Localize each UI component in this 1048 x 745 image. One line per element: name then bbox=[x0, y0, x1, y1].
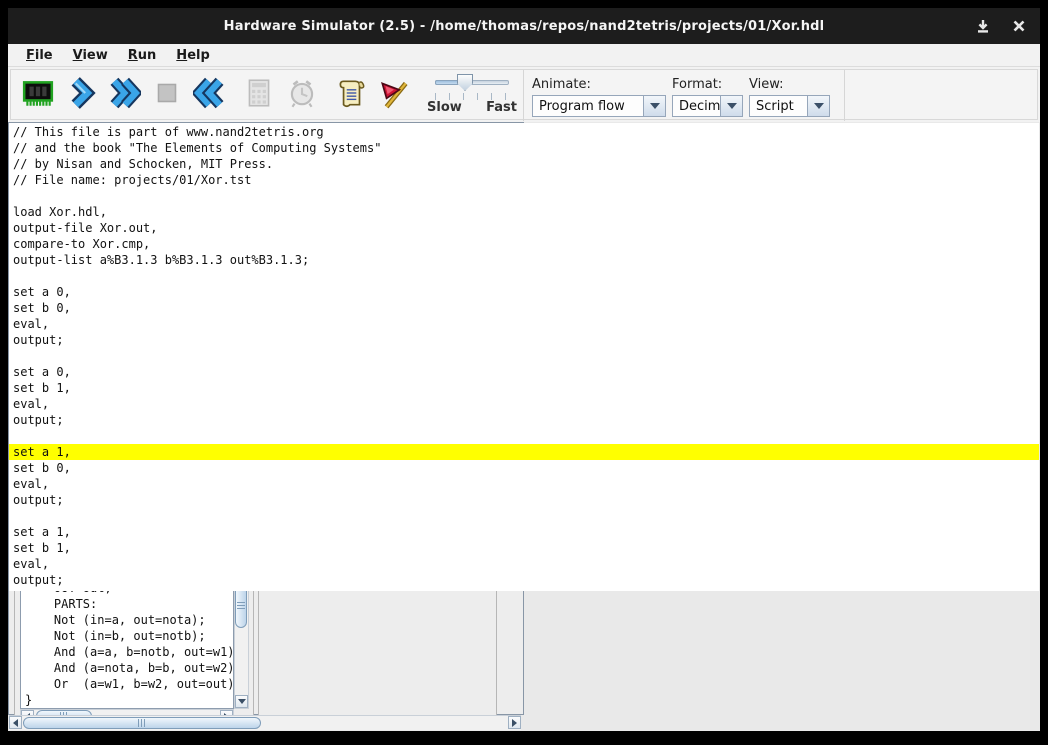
chip-icon bbox=[21, 76, 55, 114]
close-button[interactable] bbox=[1008, 15, 1030, 37]
format-select[interactable]: Decimal bbox=[672, 95, 743, 117]
content-area: Chip Name : Xor Time : 0 Input pins Name… bbox=[8, 122, 1040, 731]
script-line[interactable] bbox=[9, 188, 1039, 204]
close-icon bbox=[1013, 20, 1025, 32]
script-line[interactable]: eval, bbox=[9, 316, 1039, 332]
menu-run[interactable]: Run bbox=[118, 46, 167, 65]
hdl-code-line: And (a=a, b=notb, out=w1); bbox=[25, 644, 233, 660]
script-line[interactable]: output-list a%B3.1.3 b%B3.1.3 out%B3.1.3… bbox=[9, 252, 1039, 268]
script-horizontal-scrollbar[interactable] bbox=[9, 715, 521, 730]
window-controls bbox=[972, 8, 1030, 44]
minimize-button[interactable] bbox=[972, 15, 994, 37]
hardware-simulator-window: Hardware Simulator (2.5) - /home/thomas/… bbox=[0, 0, 1048, 745]
script-line[interactable]: eval, bbox=[9, 476, 1039, 492]
script-line[interactable]: set a 1, bbox=[9, 524, 1039, 540]
clock-icon bbox=[285, 76, 319, 114]
scroll-down-button[interactable] bbox=[235, 695, 248, 708]
window-title: Hardware Simulator (2.5) - /home/thomas/… bbox=[224, 19, 825, 34]
fast-forward-icon bbox=[107, 76, 141, 114]
script-line[interactable]: // This file is part of www.nand2tetris.… bbox=[9, 124, 1039, 140]
calculator-icon bbox=[242, 76, 276, 114]
script-line[interactable]: set a 0, bbox=[9, 364, 1039, 380]
scroll-left-button[interactable] bbox=[9, 716, 22, 729]
scroll-right-button[interactable] bbox=[508, 716, 521, 729]
script-line[interactable]: set b 0, bbox=[9, 460, 1039, 476]
stop-icon bbox=[150, 76, 184, 114]
hdl-code-line: } bbox=[25, 692, 233, 708]
menu-file[interactable]: File bbox=[16, 46, 63, 65]
slider-thumb[interactable] bbox=[457, 74, 473, 91]
script-line[interactable]: output; bbox=[9, 572, 1039, 588]
script-line[interactable] bbox=[9, 348, 1039, 364]
format-combo-group: Format: Decimal bbox=[672, 77, 743, 117]
script-line[interactable]: eval, bbox=[9, 396, 1039, 412]
script-line[interactable]: set a 0, bbox=[9, 284, 1039, 300]
view-select[interactable]: Script bbox=[749, 95, 830, 117]
script-line[interactable]: set b 0, bbox=[9, 300, 1039, 316]
hdl-code-line: PARTS: bbox=[25, 596, 233, 612]
hdl-code-line: And (a=nota, b=b, out=w2); bbox=[25, 660, 233, 676]
script-line[interactable]: output; bbox=[9, 492, 1039, 508]
chevron-down-icon[interactable] bbox=[720, 96, 742, 116]
menu-bar: FileViewRunHelp bbox=[8, 44, 1040, 67]
animate-select[interactable]: Program flow bbox=[532, 95, 666, 117]
rewind-icon bbox=[193, 76, 227, 114]
title-bar[interactable]: Hardware Simulator (2.5) - /home/thomas/… bbox=[8, 8, 1040, 44]
stop-button bbox=[147, 72, 187, 118]
script-line[interactable]: // by Nisan and Schocken, MIT Press. bbox=[9, 156, 1039, 172]
view-value: Script bbox=[750, 96, 807, 116]
toolbar: Slow Fast Animate: Program flow Format: … bbox=[8, 67, 1040, 122]
script-view[interactable]: // This file is part of www.nand2tetris.… bbox=[9, 123, 1039, 591]
script-line[interactable]: eval, bbox=[9, 556, 1039, 572]
script-line[interactable] bbox=[9, 268, 1039, 284]
slider-ticks bbox=[435, 93, 509, 100]
script-line[interactable]: compare-to Xor.cmp, bbox=[9, 236, 1039, 252]
horizontal-scroll-thumb[interactable] bbox=[23, 717, 261, 729]
chevron-down-icon[interactable] bbox=[807, 96, 829, 116]
script-line[interactable]: output; bbox=[9, 412, 1039, 428]
reset-button[interactable] bbox=[190, 72, 230, 118]
hdl-code-line: Or (a=w1, b=w2, out=out); bbox=[25, 676, 233, 692]
hdl-code-line: Not (in=b, out=notb); bbox=[25, 628, 233, 644]
script-line[interactable]: set b 1, bbox=[9, 540, 1039, 556]
toolbar-inner: Slow Fast Animate: Program flow Format: … bbox=[10, 69, 1038, 120]
slider-fast-label: Fast bbox=[486, 100, 517, 115]
view-script-button[interactable] bbox=[331, 72, 371, 118]
animate-label: Animate: bbox=[532, 77, 666, 92]
minimize-icon bbox=[976, 19, 990, 33]
script-line[interactable]: // and the book "The Elements of Computi… bbox=[9, 140, 1039, 156]
script-line-current[interactable]: set a 1, bbox=[9, 444, 1039, 460]
view-combo-group: View: Script bbox=[749, 77, 830, 117]
script-line[interactable]: // File name: projects/01/Xor.tst bbox=[9, 172, 1039, 188]
load-chip-button[interactable] bbox=[18, 72, 58, 118]
hdl-code-line: Not (in=a, out=nota); bbox=[25, 612, 233, 628]
view-label: View: bbox=[749, 77, 830, 92]
combo-panel: Animate: Program flow Format: Decimal Vi… bbox=[523, 70, 845, 121]
menu-help[interactable]: Help bbox=[166, 46, 219, 65]
chevron-down-icon[interactable] bbox=[643, 96, 665, 116]
speed-slider[interactable]: Slow Fast bbox=[427, 70, 517, 120]
scroll-icon bbox=[334, 76, 368, 114]
flag-icon bbox=[377, 76, 411, 114]
animate-value: Program flow bbox=[533, 96, 643, 116]
single-step-button[interactable] bbox=[61, 72, 101, 118]
script-line[interactable]: output-file Xor.out, bbox=[9, 220, 1039, 236]
script-line[interactable]: load Xor.hdl, bbox=[9, 204, 1039, 220]
eval-button bbox=[239, 72, 279, 118]
format-label: Format: bbox=[672, 77, 743, 92]
format-value: Decimal bbox=[673, 96, 720, 116]
run-button[interactable] bbox=[104, 72, 144, 118]
toolbar-buttons bbox=[11, 70, 414, 118]
slider-slow-label: Slow bbox=[427, 100, 462, 115]
clock-button bbox=[282, 72, 322, 118]
script-line[interactable]: output; bbox=[9, 332, 1039, 348]
script-line[interactable]: set b 1, bbox=[9, 380, 1039, 396]
script-line[interactable] bbox=[9, 508, 1039, 524]
breakpoints-button[interactable] bbox=[374, 72, 414, 118]
menu-view[interactable]: View bbox=[63, 46, 118, 65]
step-icon bbox=[64, 76, 98, 114]
script-line[interactable] bbox=[9, 428, 1039, 444]
animate-combo-group: Animate: Program flow bbox=[532, 77, 666, 117]
